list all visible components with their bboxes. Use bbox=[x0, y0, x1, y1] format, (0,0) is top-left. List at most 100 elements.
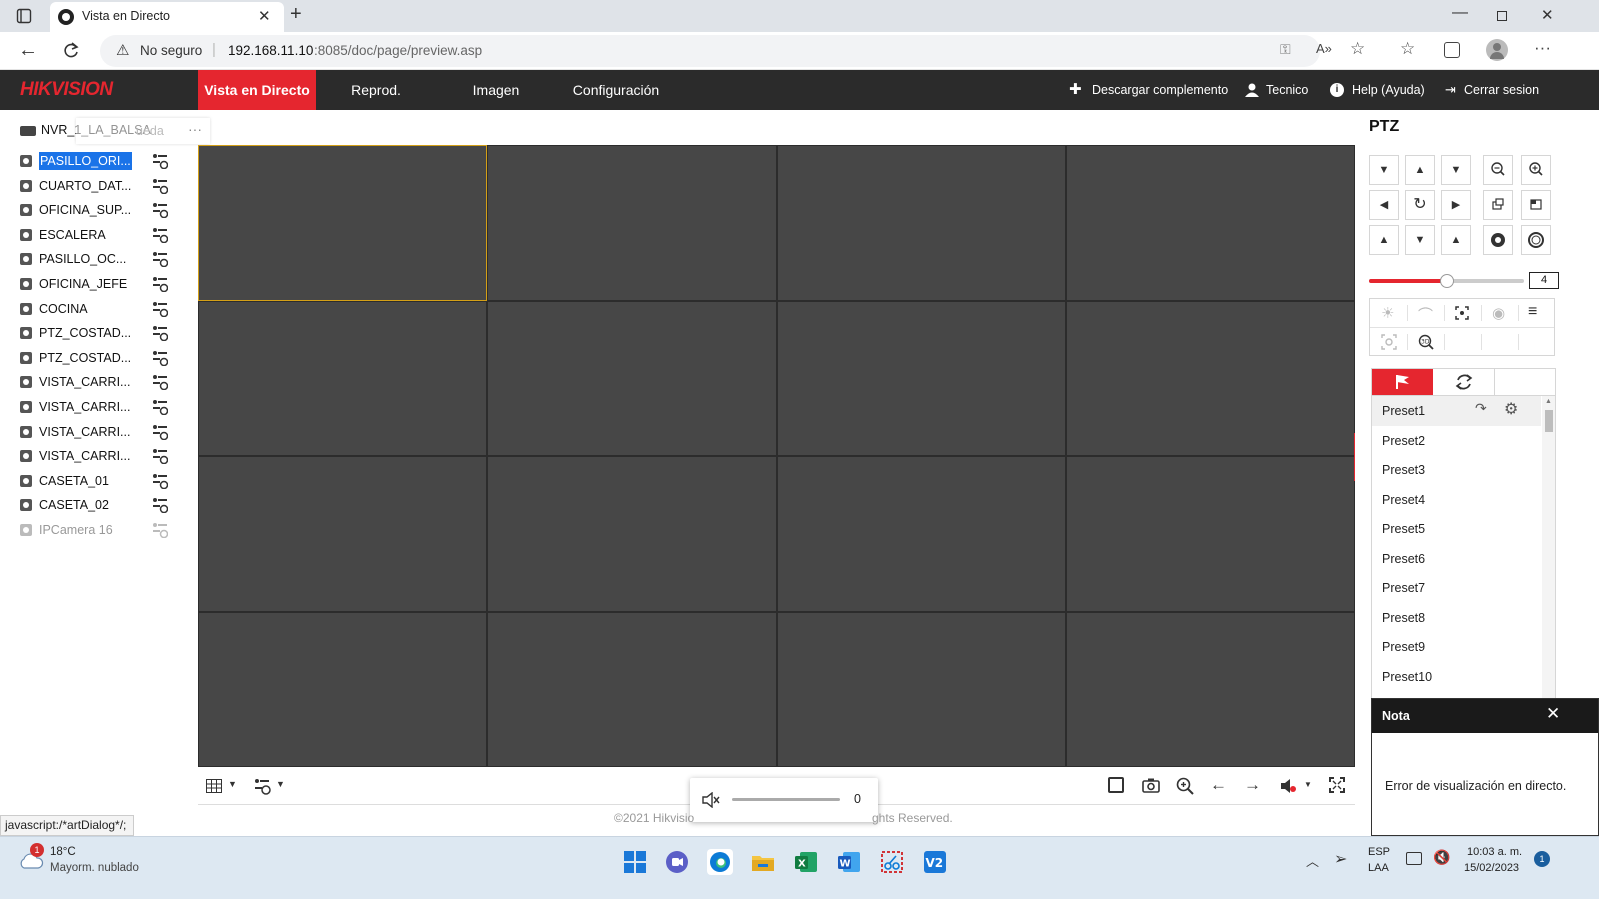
teams-chat-icon[interactable] bbox=[664, 849, 690, 875]
video-window[interactable] bbox=[1065, 145, 1355, 301]
start-preview-icon[interactable] bbox=[152, 374, 168, 391]
start-preview-icon[interactable] bbox=[152, 251, 168, 268]
more-options-icon[interactable]: ··· bbox=[188, 121, 202, 137]
camera-item[interactable]: VISTA_CARRI... bbox=[20, 371, 180, 393]
camera-label[interactable]: PTZ_COSTAD... bbox=[39, 324, 131, 342]
camera-label[interactable]: PASILLO_OC... bbox=[39, 250, 126, 268]
start-preview-icon[interactable] bbox=[152, 276, 168, 292]
next-page-icon[interactable]: → bbox=[1244, 775, 1261, 795]
minimize-button[interactable]: — bbox=[1452, 4, 1468, 22]
ptz-down-button[interactable]: ▼ bbox=[1405, 225, 1435, 255]
start-preview-icon[interactable] bbox=[152, 424, 168, 440]
preset-item[interactable]: Preset9 bbox=[1382, 632, 1552, 662]
tab-close-icon[interactable]: ✕ bbox=[258, 7, 271, 25]
language-top[interactable]: ESP bbox=[1368, 846, 1390, 858]
menu-icon[interactable]: ≡ bbox=[1528, 303, 1537, 321]
browser-tab[interactable]: Vista en Directo ✕ bbox=[50, 2, 284, 32]
layout-dropdown-icon[interactable]: ▼ bbox=[228, 779, 237, 789]
tab-patrol[interactable] bbox=[1433, 369, 1495, 395]
snipping-tool-icon[interactable] bbox=[879, 849, 905, 875]
clock-date[interactable]: 15/02/2023 bbox=[1464, 862, 1519, 874]
ptz-down-right-button[interactable]: ▲ bbox=[1441, 225, 1471, 255]
camera-label[interactable]: COCINA bbox=[39, 300, 88, 318]
preset-item[interactable]: Preset10 bbox=[1382, 662, 1552, 692]
camera-item[interactable]: PTZ_COSTAD... bbox=[20, 347, 180, 369]
volume-tray-icon[interactable]: 🔇 bbox=[1433, 849, 1450, 866]
start-preview-icon[interactable] bbox=[152, 497, 168, 514]
camera-label[interactable]: CUARTO_DAT... bbox=[39, 177, 131, 195]
mute-icon[interactable] bbox=[702, 792, 720, 808]
camera-label[interactable]: VISTA_CARRI... bbox=[39, 423, 130, 441]
video-window[interactable] bbox=[1065, 611, 1355, 767]
camera-item[interactable]: VISTA_CARRI... bbox=[20, 445, 180, 467]
back-button[interactable]: ← bbox=[18, 39, 38, 62]
profile-avatar[interactable] bbox=[1486, 39, 1508, 61]
scroll-thumb[interactable] bbox=[1545, 410, 1553, 432]
camera-label[interactable]: ESCALERA bbox=[39, 226, 106, 244]
more-menu-icon[interactable]: ··· bbox=[1534, 38, 1551, 58]
camera-item[interactable]: PTZ_COSTAD... bbox=[20, 322, 180, 344]
stream-type-icon[interactable] bbox=[253, 777, 271, 795]
read-aloud-icon[interactable]: A» bbox=[1316, 41, 1332, 56]
notification-badge[interactable]: 1 bbox=[1534, 851, 1550, 867]
ptz-up-right-button[interactable]: ▼ bbox=[1441, 155, 1471, 185]
camera-label[interactable]: OFICINA_SUP... bbox=[39, 201, 131, 219]
start-preview-icon[interactable] bbox=[152, 153, 168, 169]
windows-start-icon[interactable] bbox=[622, 849, 648, 875]
video-window[interactable] bbox=[198, 300, 488, 456]
location-icon[interactable]: ➢ bbox=[1334, 849, 1347, 869]
ptz-speed-value[interactable]: 4 bbox=[1529, 272, 1559, 289]
camera-item[interactable]: VISTA_CARRI... bbox=[20, 421, 180, 443]
help-link[interactable]: Help (Ayuda) bbox=[1352, 70, 1425, 110]
show-hidden-icons[interactable]: ︿ bbox=[1306, 851, 1319, 870]
stream-dropdown-icon[interactable]: ▼ bbox=[276, 779, 285, 789]
iris-open-icon[interactable] bbox=[1521, 225, 1551, 255]
audio-muted-icon[interactable] bbox=[1280, 778, 1296, 794]
video-window[interactable] bbox=[198, 611, 488, 767]
tab-imagen[interactable]: Imagen bbox=[462, 70, 530, 110]
preset-item[interactable]: Preset6 bbox=[1382, 544, 1552, 574]
focus-near-icon[interactable] bbox=[1483, 190, 1513, 220]
preset-item[interactable]: Preset1 bbox=[1382, 396, 1552, 426]
network-icon[interactable] bbox=[1406, 852, 1422, 865]
3d-zoom-icon[interactable]: 3D bbox=[1418, 334, 1434, 350]
video-window[interactable] bbox=[487, 300, 777, 456]
scroll-up-icon[interactable]: ▲ bbox=[1545, 398, 1552, 405]
camera-item[interactable]: CASETA_01 bbox=[20, 470, 180, 492]
collections-icon[interactable] bbox=[1444, 42, 1460, 58]
nota-close-icon[interactable]: ✕ bbox=[1546, 704, 1560, 724]
camera-item[interactable]: PASILLO_OC... bbox=[20, 248, 180, 270]
camera-label[interactable]: PTZ_COSTAD... bbox=[39, 349, 131, 367]
camera-item[interactable]: ESCALERA bbox=[20, 224, 180, 246]
camera-item[interactable]: CASETA_02 bbox=[20, 494, 180, 516]
tab-pattern[interactable] bbox=[1495, 369, 1556, 395]
weather-temp[interactable]: 18°C bbox=[50, 846, 76, 858]
word-icon[interactable]: W bbox=[836, 849, 862, 875]
start-preview-icon[interactable] bbox=[152, 473, 168, 489]
start-preview-icon[interactable] bbox=[152, 227, 168, 243]
video-window[interactable] bbox=[487, 456, 777, 612]
edge-browser-icon[interactable] bbox=[707, 849, 733, 875]
volume-slider[interactable] bbox=[732, 798, 840, 801]
file-explorer-icon[interactable] bbox=[750, 849, 776, 875]
clock-time[interactable]: 10:03 a. m. bbox=[1467, 846, 1522, 858]
preset-item[interactable]: Preset2 bbox=[1382, 426, 1552, 456]
start-preview-icon[interactable] bbox=[152, 325, 168, 342]
camera-item[interactable]: PASILLO_ORI... bbox=[20, 150, 180, 172]
restore-button[interactable] bbox=[1497, 11, 1507, 21]
camera-item[interactable]: OFICINA_JEFE bbox=[20, 273, 180, 295]
start-preview-icon[interactable] bbox=[152, 522, 168, 538]
ptz-auto-button[interactable]: ↻ bbox=[1405, 190, 1435, 220]
camera-label[interactable]: VISTA_CARRI... bbox=[39, 447, 130, 465]
start-preview-icon[interactable] bbox=[152, 178, 168, 194]
preset-item[interactable]: Preset7 bbox=[1382, 573, 1552, 603]
ptz-speed-slider[interactable] bbox=[1369, 274, 1524, 288]
video-window[interactable] bbox=[1065, 456, 1355, 612]
ptz-up-button[interactable]: ▲ bbox=[1405, 155, 1435, 185]
zoom-out-icon[interactable] bbox=[1483, 155, 1513, 185]
user-name[interactable]: Tecnico bbox=[1266, 70, 1308, 110]
ptz-left-button[interactable]: ◀ bbox=[1369, 190, 1399, 220]
lens-init-icon[interactable]: ◉ bbox=[1492, 304, 1505, 322]
excel-icon[interactable]: X bbox=[793, 849, 819, 875]
preset-item[interactable]: Preset8 bbox=[1382, 603, 1552, 633]
